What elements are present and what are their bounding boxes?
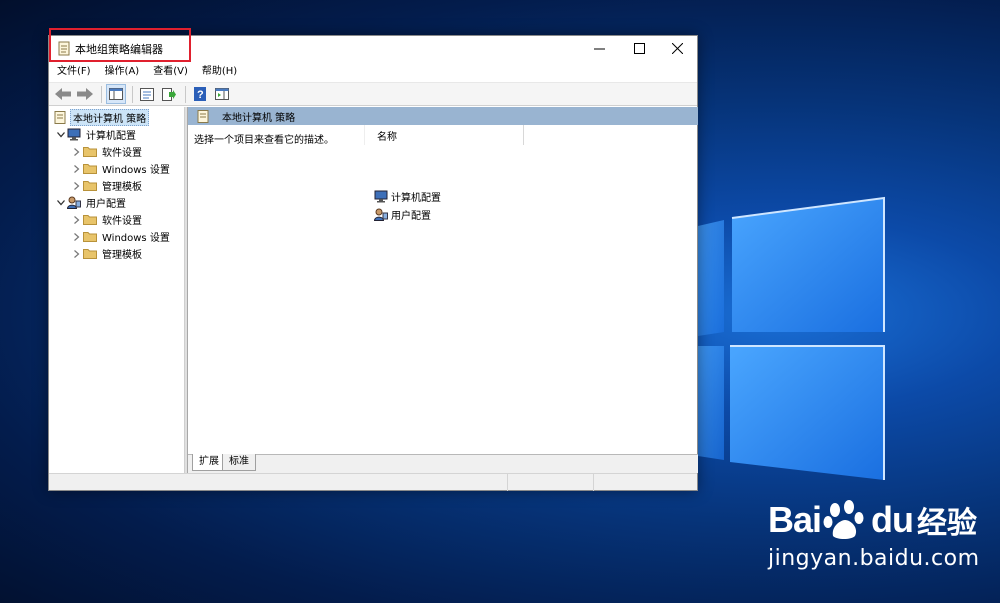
- policy-document-icon: [53, 111, 67, 125]
- title-bar[interactable]: 本地组策略编辑器: [49, 28, 697, 62]
- show-action-pane-button[interactable]: [212, 84, 232, 104]
- tree-label: 管理模板: [102, 250, 142, 261]
- details-header-title: 本地计算机 策略: [222, 112, 296, 124]
- tree-label: 用户配置: [86, 199, 126, 210]
- watermark-bai: Bai: [768, 499, 822, 540]
- tree-label: Windows 设置: [102, 233, 170, 244]
- user-icon: [374, 208, 388, 222]
- action-pane-icon: [215, 88, 229, 100]
- details-pane: 本地计算机 策略 选择一个项目来查看它的描述。 名称 计算机配置 用户配置 扩展…: [187, 107, 698, 473]
- tree-item-computer-config[interactable]: 计算机配置: [55, 126, 138, 143]
- tree-label: 软件设置: [102, 216, 142, 227]
- minimize-icon: [593, 48, 605, 49]
- column-header-label: 名称: [377, 131, 397, 143]
- back-button[interactable]: [53, 84, 73, 104]
- tree-item-computer-admin-templates[interactable]: 管理模板: [71, 177, 144, 194]
- chevron-right-icon[interactable]: [71, 163, 83, 175]
- chevron-right-icon[interactable]: [71, 214, 83, 226]
- list-item-label: 用户配置: [391, 211, 431, 222]
- watermark-url: jingyan.baidu.com: [768, 546, 980, 571]
- chevron-right-icon[interactable]: [71, 248, 83, 260]
- properties-icon: [140, 87, 154, 101]
- tree-label: 计算机配置: [86, 131, 136, 142]
- show-hide-tree-button[interactable]: [106, 84, 126, 104]
- tree-item-user-software-settings[interactable]: 软件设置: [71, 211, 144, 228]
- toolbar-separator: [185, 85, 186, 103]
- folder-icon: [83, 162, 97, 176]
- tab-standard[interactable]: 标准: [222, 454, 256, 471]
- tree-label: 软件设置: [102, 148, 142, 159]
- console-tree-icon: [109, 88, 123, 100]
- help-button[interactable]: ?: [190, 84, 210, 104]
- close-icon: [671, 42, 683, 54]
- export-list-button[interactable]: [159, 84, 179, 104]
- watermark-product: 经验: [917, 506, 978, 541]
- column-header-name[interactable]: 名称: [364, 125, 524, 145]
- tree-label: 本地计算机 策略: [70, 109, 150, 126]
- baidu-watermark: Bai du 经验 jingyan.baidu.com: [768, 498, 1000, 603]
- forward-button[interactable]: [75, 84, 95, 104]
- back-arrow-icon: [55, 88, 71, 100]
- menu-view[interactable]: 查看(V): [146, 64, 195, 82]
- toolbar-separator: [132, 85, 133, 103]
- toolbar-separator: [101, 85, 102, 103]
- computer-icon: [67, 128, 81, 142]
- folder-icon: [83, 247, 97, 261]
- tree-item-local-computer-policy[interactable]: 本地计算机 策略: [53, 109, 150, 126]
- menu-help[interactable]: 帮助(H): [195, 64, 244, 82]
- tree-item-computer-software-settings[interactable]: 软件设置: [71, 143, 144, 160]
- export-list-icon: [162, 87, 176, 101]
- tree-item-user-config[interactable]: 用户配置: [55, 194, 128, 211]
- maximize-icon: [633, 42, 645, 54]
- minimize-button[interactable]: [579, 36, 619, 60]
- status-cell: [593, 474, 697, 491]
- watermark-du: du: [871, 499, 914, 540]
- status-cell: [507, 474, 593, 491]
- tab-extended[interactable]: 扩展: [192, 454, 226, 471]
- chevron-down-icon[interactable]: [55, 197, 67, 209]
- toolbar: ?: [49, 82, 697, 106]
- details-header: 本地计算机 策略: [188, 107, 698, 125]
- close-button[interactable]: [657, 36, 697, 60]
- console-tree: 本地计算机 策略 计算机配置 软件设置 Windows 设置 管理模板 用户配置…: [49, 107, 185, 473]
- folder-icon: [83, 145, 97, 159]
- tree-item-user-windows-settings[interactable]: Windows 设置: [71, 228, 172, 245]
- list-item-label: 计算机配置: [391, 193, 441, 204]
- chevron-right-icon[interactable]: [71, 180, 83, 192]
- forward-arrow-icon: [77, 88, 93, 100]
- help-icon: ?: [194, 87, 206, 101]
- status-bar: [49, 473, 697, 491]
- folder-icon: [83, 213, 97, 227]
- tree-label: 管理模板: [102, 182, 142, 193]
- tree-item-computer-windows-settings[interactable]: Windows 设置: [71, 160, 172, 177]
- chevron-right-icon[interactable]: [71, 146, 83, 158]
- list-item-user-config[interactable]: 用户配置: [374, 206, 431, 223]
- user-icon: [67, 196, 81, 210]
- chevron-right-icon[interactable]: [71, 231, 83, 243]
- description-text: 选择一个项目来查看它的描述。: [194, 135, 334, 146]
- baidu-paw-icon: [823, 500, 864, 539]
- menu-action[interactable]: 操作(A): [98, 64, 147, 82]
- policy-document-icon: [196, 109, 210, 123]
- tree-item-user-admin-templates[interactable]: 管理模板: [71, 245, 144, 262]
- title-highlight-box: [49, 28, 191, 62]
- menu-bar: 文件(F) 操作(A) 查看(V) 帮助(H): [49, 64, 697, 82]
- view-tabs: 扩展 标准: [188, 454, 698, 473]
- computer-icon: [374, 190, 388, 204]
- chevron-down-icon[interactable]: [55, 129, 67, 141]
- maximize-button[interactable]: [619, 36, 659, 60]
- tree-label: Windows 设置: [102, 165, 170, 176]
- menu-file[interactable]: 文件(F): [49, 64, 98, 82]
- properties-button[interactable]: [137, 84, 157, 104]
- gpedit-window: 本地组策略编辑器 文件(F) 操作(A) 查看(V) 帮助(H) ? 本地计算机…: [48, 28, 698, 491]
- folder-icon: [83, 179, 97, 193]
- list-item-computer-config[interactable]: 计算机配置: [374, 188, 441, 205]
- folder-icon: [83, 230, 97, 244]
- svg-text:?: ?: [197, 89, 204, 101]
